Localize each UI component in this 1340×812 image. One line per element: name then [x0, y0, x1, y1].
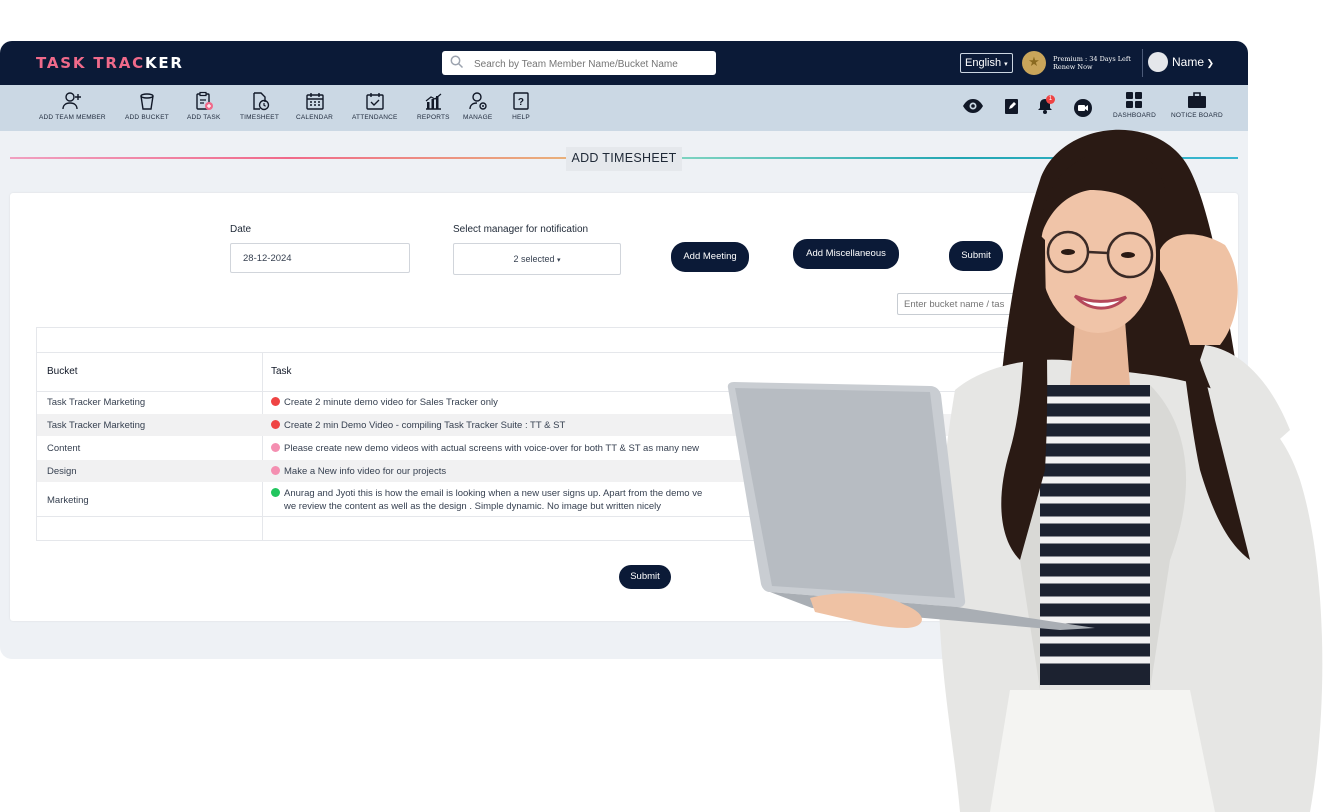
- notice-board-button[interactable]: NOTICE BOARD: [1171, 91, 1223, 119]
- video-call-icon[interactable]: [1073, 98, 1093, 118]
- tool-label: ADD BUCKET: [125, 114, 169, 121]
- calendar-button[interactable]: CALENDAR: [296, 91, 333, 121]
- caret-down-icon: ▾: [557, 257, 561, 264]
- notification-bell[interactable]: 1: [1038, 95, 1055, 119]
- search-input[interactable]: [472, 54, 712, 74]
- timesheet-icon: [252, 92, 269, 111]
- row-bucket: Task Tracker Marketing: [47, 420, 146, 431]
- status-dot-icon: [271, 397, 280, 406]
- calendar-icon: [305, 93, 324, 110]
- add-team-member-button[interactable]: ADD TEAM MEMBER: [39, 91, 106, 121]
- row-task: Create 2 minute demo video for Sales Tra…: [284, 397, 498, 408]
- row-task-line2: we review the content as well as the des…: [284, 501, 662, 512]
- caret-down-icon: ▾: [1004, 61, 1008, 68]
- row-task: Make a New info video for our projects: [284, 466, 447, 477]
- status-dot-icon: [271, 466, 280, 475]
- tool-label: HELP: [512, 114, 530, 121]
- row-task: Create 2 min Demo Video - compiling Task…: [284, 420, 566, 431]
- language-select[interactable]: English ▾: [960, 53, 1013, 73]
- row-bucket: Design: [47, 466, 77, 477]
- date-label: Date: [230, 224, 252, 235]
- brand-logo-part1: TASK TRA: [36, 54, 133, 72]
- eye-icon[interactable]: [962, 98, 984, 114]
- notification-count-badge: 1: [1046, 95, 1055, 104]
- header-bucket: Bucket: [47, 366, 78, 377]
- add-task-button[interactable]: ADD TASK: [187, 91, 221, 121]
- manager-label: Select manager for notification: [453, 224, 589, 235]
- search-icon: [450, 55, 464, 69]
- user-name: Name: [1172, 55, 1205, 69]
- user-menu[interactable]: Name ❯: [1172, 55, 1214, 69]
- premium-status[interactable]: Premium : 34 Days Left Renew Now: [1053, 55, 1131, 71]
- chevron-down-icon: ❯: [1204, 58, 1215, 68]
- woman-with-laptop-photo: [727, 129, 1323, 812]
- add-user-icon: [62, 92, 82, 110]
- submit-button-bottom[interactable]: Submit: [619, 565, 671, 589]
- manager-select[interactable]: 2 selected ▾: [453, 243, 621, 275]
- header-task: Task: [271, 366, 292, 377]
- premium-days-left: Premium : 34 Days Left: [1053, 55, 1131, 63]
- edit-icon[interactable]: [1005, 98, 1019, 114]
- renew-now-link[interactable]: Renew Now: [1053, 63, 1131, 71]
- clipboard-add-icon: [196, 91, 213, 110]
- title-divider-left: [10, 157, 566, 159]
- timesheet-button[interactable]: TIMESHEET: [240, 91, 279, 121]
- row-task: Please create new demo videos with actua…: [284, 443, 700, 454]
- status-dot-icon: [271, 420, 280, 429]
- search-box[interactable]: [442, 51, 716, 75]
- tool-label: CALENDAR: [296, 114, 333, 121]
- row-bucket: Marketing: [47, 495, 89, 506]
- page-title: ADD TIMESHEET: [566, 147, 682, 171]
- brand-logo-part2: C: [132, 54, 145, 72]
- brand-logo[interactable]: TASK TRACKER: [36, 54, 184, 72]
- row-bucket: Task Tracker Marketing: [47, 397, 146, 408]
- help-icon: ?: [513, 92, 529, 110]
- bar-chart-icon: [425, 93, 442, 110]
- tool-label: TIMESHEET: [240, 114, 279, 121]
- status-dot-icon: [271, 488, 280, 497]
- svg-text:?: ?: [518, 97, 524, 108]
- row-task: Anurag and Jyoti this is how the email i…: [284, 488, 703, 499]
- row-bucket: Content: [47, 443, 81, 454]
- attendance-button[interactable]: ATTENDANCE: [352, 91, 398, 121]
- date-field[interactable]: 28-12-2024: [230, 243, 410, 273]
- attendance-icon: [366, 93, 384, 110]
- brand-logo-part3: KER: [144, 54, 184, 72]
- tool-label: MANAGE: [463, 114, 493, 121]
- tool-label: NOTICE BOARD: [1171, 112, 1223, 119]
- add-bucket-button[interactable]: ADD BUCKET: [125, 91, 169, 121]
- tool-label: DASHBOARD: [1113, 112, 1156, 119]
- premium-medal-icon: ★: [1022, 51, 1046, 75]
- tool-label: ADD TEAM MEMBER: [39, 114, 106, 121]
- tool-label: ATTENDANCE: [352, 114, 398, 121]
- manage-user-icon: [468, 92, 487, 110]
- language-label: English: [965, 57, 1002, 69]
- manager-selected-value: 2 selected: [513, 254, 555, 264]
- date-value: 28-12-2024: [243, 253, 292, 264]
- status-dot-icon: [271, 443, 280, 452]
- reports-button[interactable]: REPORTS: [417, 91, 450, 121]
- header-divider: [1142, 49, 1143, 77]
- manage-button[interactable]: MANAGE: [463, 91, 492, 121]
- dashboard-button[interactable]: DASHBOARD: [1113, 91, 1156, 119]
- briefcase-icon: [1187, 92, 1206, 108]
- dashboard-grid-icon: [1126, 92, 1143, 108]
- tool-label: REPORTS: [417, 114, 450, 121]
- user-avatar[interactable]: [1148, 52, 1168, 72]
- tool-label: ADD TASK: [187, 114, 221, 121]
- help-button[interactable]: ? HELP: [511, 91, 531, 121]
- bucket-icon: [140, 93, 154, 110]
- top-navbar: TASK TRACKER English ▾ ★ Premium : 34 Da…: [0, 41, 1248, 85]
